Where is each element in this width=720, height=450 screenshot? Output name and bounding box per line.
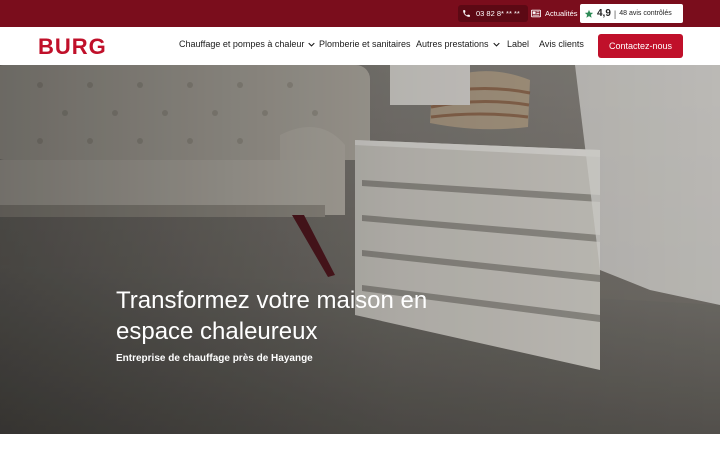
- burg-logo[interactable]: BURG: [38, 35, 132, 57]
- nav-item-avis-clients[interactable]: Avis clients: [539, 39, 584, 49]
- content-start: [0, 434, 720, 450]
- contact-button[interactable]: Contactez-nous: [598, 34, 683, 58]
- nav-item-label-page[interactable]: Label: [507, 39, 529, 49]
- top-bar: 03 82 8* ** ** Actualités 4,9 | 48 avis …: [0, 0, 720, 27]
- rating-badge[interactable]: 4,9 | 48 avis contrôlés: [580, 4, 683, 23]
- hero-section: Transformez votre maison en espace chale…: [0, 65, 720, 434]
- rating-score: 4,9: [597, 8, 611, 19]
- star-icon: [584, 9, 594, 18]
- news-link[interactable]: Actualités: [531, 5, 578, 22]
- hero-title: Transformez votre maison en espace chale…: [116, 287, 428, 345]
- chevron-down-icon: [492, 42, 500, 47]
- svg-text:BURG: BURG: [38, 35, 107, 57]
- rating-separator: |: [613, 8, 617, 19]
- chevron-down-icon: [308, 42, 316, 47]
- nav-item-label: Label: [507, 39, 530, 49]
- news-label: Actualités: [545, 9, 578, 18]
- phone-number: 03 82 8* ** **: [476, 9, 520, 18]
- phone-icon: [463, 10, 470, 17]
- nav-item-label: Plomberie et sanitaires: [319, 39, 411, 49]
- nav-item-autres-prestations[interactable]: Autres prestations: [416, 39, 500, 49]
- nav-item-label: Chauffage et pompes à chaleur: [179, 39, 305, 49]
- nav-item-label: Autres prestations: [416, 39, 489, 49]
- rating-reviews: 48 avis contrôlés: [619, 10, 672, 17]
- nav-item-plomberie[interactable]: Plomberie et sanitaires: [319, 39, 411, 49]
- hero-background-image: [0, 65, 720, 434]
- nav-item-label: Avis clients: [539, 39, 584, 49]
- hero-subtitle: Entreprise de chauffage près de Hayange: [116, 353, 313, 364]
- nav-item-chauffage[interactable]: Chauffage et pompes à chaleur: [179, 39, 316, 49]
- newspaper-icon: [531, 9, 541, 18]
- phone-link[interactable]: 03 82 8* ** **: [458, 5, 528, 22]
- main-nav: BURG Chauffage et pompes à chaleur Plomb…: [0, 27, 720, 65]
